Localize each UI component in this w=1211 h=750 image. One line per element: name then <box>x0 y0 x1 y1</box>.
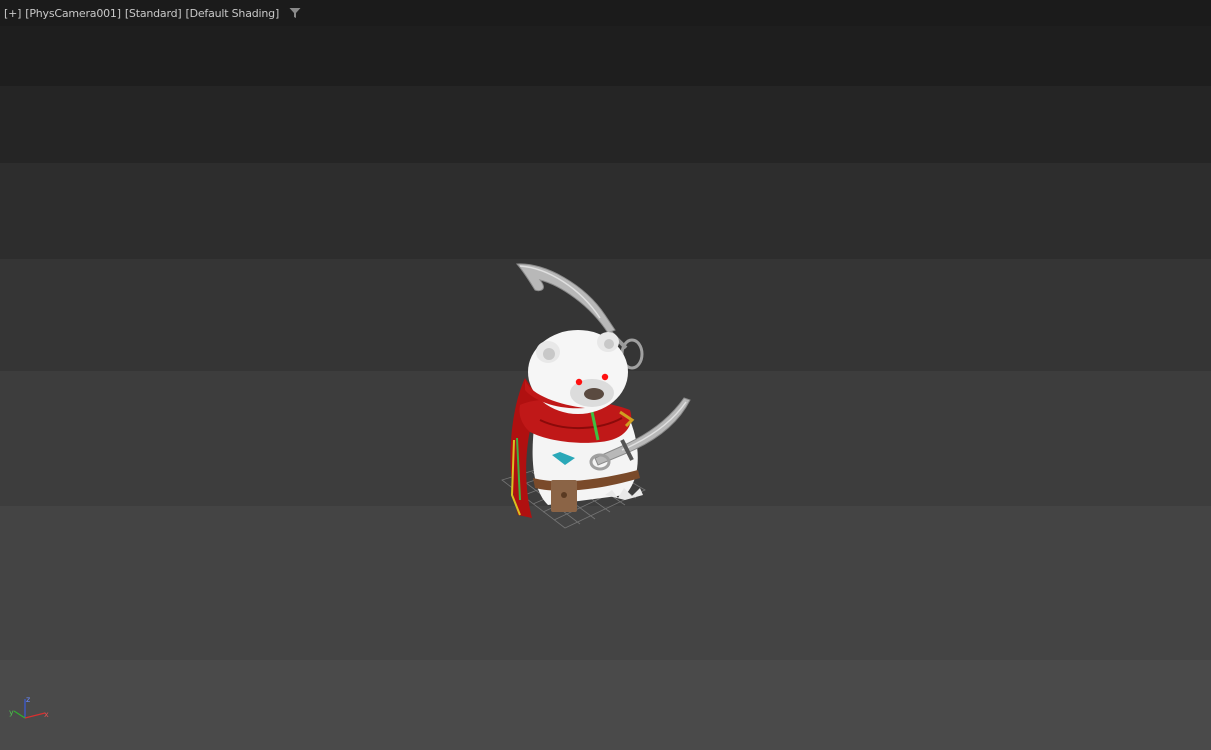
viewport-label-bar: [+] [PhysCamera001] [Standard] [Default … <box>0 0 1211 26</box>
viewport-point-of-view-menu[interactable]: [PhysCamera001] <box>23 7 123 20</box>
perspective-viewport[interactable]: [+] [PhysCamera001] [Standard] [Default … <box>0 0 1211 750</box>
gizmo-z-label: z <box>26 695 30 704</box>
axis-tripod-gizmo: z x y <box>9 695 49 719</box>
viewport-general-menu[interactable]: [+] <box>0 7 23 20</box>
gizmo-x-label: x <box>44 710 49 719</box>
gizmo-y-label: y <box>9 708 14 717</box>
viewport-shading-mode-menu[interactable]: [Default Shading] <box>183 7 281 20</box>
viewport-shading-standard-menu[interactable]: [Standard] <box>123 7 184 20</box>
filter-icon[interactable] <box>289 6 303 20</box>
